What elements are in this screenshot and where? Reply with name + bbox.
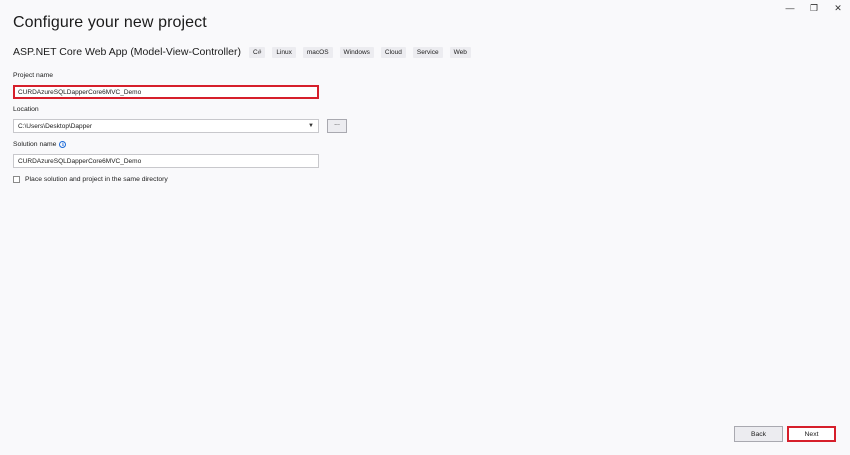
same-directory-checkbox[interactable] <box>13 176 20 183</box>
page-title: Configure your new project <box>13 14 207 31</box>
location-label-text: Location <box>13 106 39 113</box>
project-name-input[interactable]: CURDAzureSQLDapperCore6MVC_Demo <box>13 85 319 99</box>
solution-name-label-text: Solution name <box>13 141 57 148</box>
location-label: Location <box>13 106 39 113</box>
solution-name-value: CURDAzureSQLDapperCore6MVC_Demo <box>18 157 142 165</box>
close-icon[interactable]: ✕ <box>826 0 850 16</box>
tag-csharp: C# <box>249 46 266 58</box>
project-name-label: Project name <box>13 72 53 79</box>
tag-macos: macOS <box>302 46 333 58</box>
chevron-down-icon[interactable]: ▼ <box>308 123 314 129</box>
project-name-value: CURDAzureSQLDapperCore6MVC_Demo <box>18 88 142 96</box>
same-directory-label: Place solution and project in the same d… <box>25 176 168 183</box>
same-directory-option[interactable]: Place solution and project in the same d… <box>13 176 168 183</box>
solution-name-input[interactable]: CURDAzureSQLDapperCore6MVC_Demo <box>13 154 319 168</box>
next-button[interactable]: Next <box>787 426 836 442</box>
info-icon[interactable]: i <box>59 141 67 148</box>
configure-project-window: — ❐ ✕ Configure your new project ASP.NET… <box>0 0 850 455</box>
tag-service: Service <box>412 46 443 58</box>
template-info: ASP.NET Core Web App (Model-View-Control… <box>13 46 478 58</box>
tag-linux: Linux <box>272 46 296 58</box>
template-name: ASP.NET Core Web App (Model-View-Control… <box>13 46 241 58</box>
browse-button[interactable]: ... <box>327 119 347 133</box>
tag-windows: Windows <box>339 46 374 58</box>
location-select[interactable]: C:\Users\Desktop\Dapper ▼ <box>13 119 319 133</box>
location-value: C:\Users\Desktop\Dapper <box>18 122 93 130</box>
restore-icon[interactable]: ❐ <box>802 0 826 16</box>
tag-web: Web <box>449 46 471 58</box>
solution-name-label: Solution name i <box>13 141 67 148</box>
project-name-label-text: Project name <box>13 72 54 79</box>
window-controls: — ❐ ✕ <box>778 0 850 16</box>
minimize-icon[interactable]: — <box>778 0 802 16</box>
back-button[interactable]: Back <box>734 426 783 442</box>
tag-cloud: Cloud <box>380 46 406 58</box>
